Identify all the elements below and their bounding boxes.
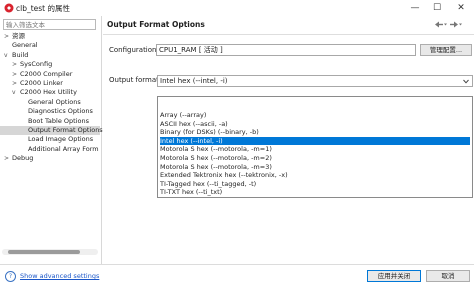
manage-configurations-button[interactable]: 管理配置... xyxy=(420,44,472,56)
nav-tree-item-label: Additional Array Form xyxy=(28,144,99,153)
dialog-footer: ? Show advanced settings 应用并关闭 取消 xyxy=(0,264,474,288)
chevron-right-icon[interactable]: > xyxy=(12,79,17,88)
nav-tree-item[interactable]: General Options xyxy=(0,98,100,107)
filter-input[interactable] xyxy=(4,20,96,29)
nav-tree-item[interactable]: Load Image Options xyxy=(0,135,100,144)
nav-tree-item-label: 资源 xyxy=(12,32,25,40)
chevron-down-icon[interactable]: v xyxy=(12,88,16,97)
nav-tree-item[interactable]: Additional Array Form xyxy=(0,145,100,154)
help-icon[interactable]: ? xyxy=(5,271,16,282)
nav-tree-item-label: Debug xyxy=(12,154,34,163)
minimize-button[interactable]: — xyxy=(404,1,426,15)
output-format-value: Intel hex (--intel, -i) xyxy=(160,77,228,85)
title-bar: clb_test 的属性 — ☐ ✕ xyxy=(0,0,474,16)
properties-nav: >资源GeneralvBuild>SysConfig>C2000 Compile… xyxy=(0,16,103,264)
forward-arrow-icon[interactable] xyxy=(450,21,458,28)
chevron-down-icon[interactable]: v xyxy=(4,51,8,60)
nav-tree-item-label: Build xyxy=(12,50,29,59)
window-title: clb_test 的属性 xyxy=(16,4,71,13)
dropdown-option[interactable]: Binary (for DSKs) (--binary, -b) xyxy=(160,128,470,137)
filter-field[interactable] xyxy=(3,19,96,30)
show-advanced-settings-link[interactable]: Show advanced settings xyxy=(20,272,99,280)
configuration-label: Configuration: xyxy=(109,46,159,54)
nav-tree-item-label: General Options xyxy=(28,97,81,106)
nav-tree-item[interactable]: > Debug xyxy=(0,154,100,163)
nav-tree-item-label: Load Image Options xyxy=(28,135,94,144)
chevron-down-icon xyxy=(463,79,469,84)
nav-tree-item[interactable]: Diagnostics Options xyxy=(0,107,100,116)
nav-tree-item[interactable]: General xyxy=(0,41,100,50)
configuration-select[interactable]: CPU1_RAM [ 活动 ] xyxy=(156,44,416,56)
close-button[interactable]: ✕ xyxy=(450,1,472,15)
dropdown-option[interactable]: Motorola S hex (--motorola, -m=2) xyxy=(160,154,470,163)
nav-tree-item[interactable]: v Build xyxy=(0,51,100,60)
output-format-label: Output format xyxy=(109,76,159,84)
dropdown-option[interactable]: Extended Tektronix hex (--tektronix, -x) xyxy=(160,171,470,180)
dropdown-option[interactable]: Motorola S hex (--motorola, -m=3) xyxy=(160,163,470,172)
nav-tree-item-label: C2000 Linker xyxy=(20,79,63,87)
nav-tree-item-label: Diagnostics Options xyxy=(28,107,93,116)
apply-and-close-button[interactable]: 应用并关闭 xyxy=(367,270,421,282)
forward-dropdown-icon[interactable] xyxy=(459,23,462,26)
dropdown-option[interactable]: TI-TXT hex (--ti_txt) xyxy=(160,188,470,197)
configuration-value: CPU1_RAM [ 活动 ] xyxy=(159,46,223,54)
nav-tree-item[interactable]: v C2000 Hex Utility xyxy=(0,88,100,97)
navigation-arrows xyxy=(435,21,462,28)
chevron-right-icon[interactable]: > xyxy=(12,60,17,69)
dropdown-option[interactable]: Array (--array) xyxy=(160,111,470,120)
nav-tree-item[interactable]: > C2000 Linker xyxy=(0,79,100,88)
output-format-dropdown-list: Array (--array) ASCII hex (--ascii, -a) Bi… xyxy=(157,96,473,198)
scrollbar-thumb[interactable] xyxy=(8,250,80,254)
nav-tree-item-label: Boot Table Options xyxy=(28,116,89,125)
nav-tree-item[interactable]: > SysConfig xyxy=(0,60,100,69)
chevron-right-icon[interactable]: > xyxy=(12,70,17,79)
dropdown-option[interactable]: ASCII hex (--ascii, -a) xyxy=(160,120,470,129)
main-panel: Output Format Options Configuration: CPU… xyxy=(103,16,474,264)
nav-tree-item-label: C2000 Hex Utility xyxy=(20,88,77,97)
page-title: Output Format Options xyxy=(107,20,205,29)
maximize-button[interactable]: ☐ xyxy=(426,1,448,15)
cancel-button[interactable]: 取消 xyxy=(426,270,470,282)
output-format-select[interactable]: Intel hex (--intel, -i) xyxy=(157,75,473,87)
nav-tree-item-label: C2000 Compiler xyxy=(20,69,73,78)
nav-tree-item-label: General xyxy=(12,41,38,50)
back-arrow-icon[interactable] xyxy=(435,21,443,28)
nav-tree-item[interactable]: > 资源 xyxy=(0,32,100,41)
ccs-logo-icon xyxy=(4,3,14,13)
nav-tree-item-label: Output Format Options xyxy=(28,126,103,134)
dropdown-option[interactable]: TI-Tagged hex (--ti_tagged, -t) xyxy=(160,180,470,189)
chevron-right-icon[interactable]: > xyxy=(4,154,9,163)
nav-tree-item[interactable]: > C2000 Compiler xyxy=(0,70,100,79)
back-dropdown-icon[interactable] xyxy=(444,23,447,26)
nav-tree-item[interactable]: Output Format Options xyxy=(0,126,103,135)
nav-tree-item-label: SysConfig xyxy=(20,60,53,69)
dropdown-option[interactable]: Intel hex (--intel, -i) xyxy=(160,136,470,146)
title-separator xyxy=(103,34,474,35)
dropdown-option[interactable]: Motorola S hex (--motorola, -m=1) xyxy=(160,145,470,154)
nav-tree-item[interactable]: Boot Table Options xyxy=(0,117,100,126)
horizontal-scrollbar[interactable] xyxy=(2,249,98,255)
chevron-right-icon[interactable]: > xyxy=(4,32,9,41)
